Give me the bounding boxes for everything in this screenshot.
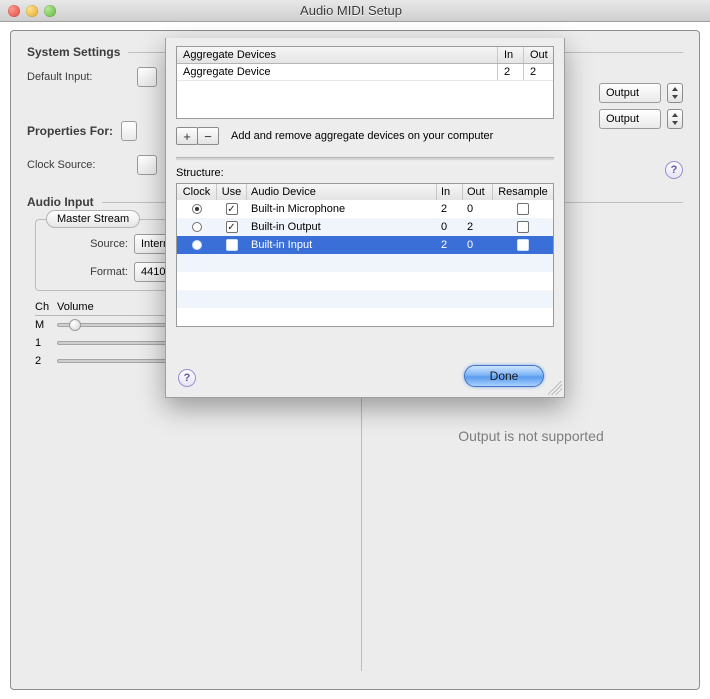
- system-output-stepper[interactable]: [667, 109, 683, 129]
- use-cell: [217, 239, 247, 251]
- device-cell: Built-in Output: [247, 221, 437, 233]
- add-aggregate-button[interactable]: +: [176, 127, 198, 145]
- use-checkbox[interactable]: ✓: [226, 221, 238, 233]
- system-settings-heading: System Settings: [27, 45, 120, 59]
- sheet-help-button[interactable]: ?: [178, 369, 196, 387]
- master-stream-legend: Master Stream: [46, 210, 140, 228]
- structure-row[interactable]: Built-in Input20: [177, 236, 553, 254]
- structure-row[interactable]: ✓ Built-in Output02: [177, 218, 553, 236]
- resample-cell: [493, 239, 553, 251]
- aggregate-device-sheet: Aggregate Devices In Out Aggregate Devic…: [165, 38, 565, 398]
- use-checkbox[interactable]: [226, 239, 238, 251]
- agg-in: 2: [497, 64, 523, 80]
- agg-out: 2: [523, 64, 553, 80]
- device-cell: Built-in Microphone: [247, 203, 437, 215]
- out-cell: 2: [463, 221, 493, 233]
- structure-row[interactable]: ✓ Built-in Microphone20: [177, 200, 553, 218]
- volume-col-ch: Ch: [35, 301, 57, 313]
- default-input-combo[interactable]: [137, 67, 157, 87]
- default-input-label: Default Input:: [27, 71, 137, 83]
- struct-col-use: Use: [217, 184, 247, 200]
- struct-col-clock: Clock: [177, 184, 217, 200]
- struct-col-out: Out: [463, 184, 493, 200]
- audio-input-heading: Audio Input: [27, 195, 94, 209]
- struct-col-device: Audio Device: [247, 184, 437, 200]
- struct-col-in: In: [437, 184, 463, 200]
- clock-cell: [177, 204, 217, 214]
- clock-radio[interactable]: [192, 204, 202, 214]
- minimize-window-button[interactable]: [26, 5, 38, 17]
- default-output-combo[interactable]: Output: [599, 83, 661, 103]
- volume-channel-label: M: [35, 319, 57, 331]
- volume-channel-label: 1: [35, 337, 57, 349]
- agg-col-name: Aggregate Devices: [177, 47, 497, 63]
- add-remove-hint: Add and remove aggregate devices on your…: [231, 130, 493, 142]
- system-output-combo[interactable]: Output: [599, 109, 661, 129]
- agg-name: Aggregate Device: [177, 64, 497, 80]
- resample-checkbox[interactable]: [517, 221, 529, 233]
- resample-checkbox[interactable]: [517, 203, 529, 215]
- window-title: Audio MIDI Setup: [56, 3, 646, 18]
- out-cell: 0: [463, 239, 493, 251]
- volume-channel-label: 2: [35, 355, 57, 367]
- in-cell: 2: [437, 203, 463, 215]
- volume-col-volume: Volume: [57, 301, 94, 313]
- in-cell: 2: [437, 239, 463, 251]
- structure-table: Clock Use Audio Device In Out Resample ✓…: [176, 183, 554, 327]
- format-label: Format:: [44, 266, 134, 278]
- structure-row: [177, 308, 553, 326]
- structure-row: [177, 272, 553, 290]
- use-cell: ✓: [217, 221, 247, 233]
- out-cell: 0: [463, 203, 493, 215]
- zoom-window-button[interactable]: [44, 5, 56, 17]
- structure-label: Structure:: [166, 161, 564, 183]
- clock-source-label: Clock Source:: [27, 159, 137, 171]
- clock-cell: [177, 240, 217, 250]
- aggregate-device-row[interactable]: Aggregate Device22: [177, 64, 553, 81]
- clock-cell: [177, 222, 217, 232]
- agg-col-out: Out: [523, 47, 553, 63]
- source-label: Source:: [44, 238, 134, 250]
- clock-source-combo[interactable]: [137, 155, 157, 175]
- remove-aggregate-button[interactable]: −: [197, 127, 219, 145]
- properties-for-heading: Properties For:: [27, 124, 113, 138]
- properties-for-combo[interactable]: [121, 121, 137, 141]
- titlebar: Audio MIDI Setup: [0, 0, 710, 22]
- done-button[interactable]: Done: [464, 365, 544, 387]
- clock-radio[interactable]: [192, 240, 202, 250]
- resample-cell: [493, 221, 553, 233]
- use-cell: ✓: [217, 203, 247, 215]
- resample-checkbox[interactable]: [517, 239, 529, 251]
- use-checkbox[interactable]: ✓: [226, 203, 238, 215]
- aggregate-devices-table: Aggregate Devices In Out Aggregate Devic…: [176, 46, 554, 119]
- structure-row: [177, 254, 553, 272]
- close-window-button[interactable]: [8, 5, 20, 17]
- clock-radio[interactable]: [192, 222, 202, 232]
- struct-col-resample: Resample: [493, 184, 553, 200]
- help-button[interactable]: ?: [665, 161, 683, 179]
- structure-row: [177, 290, 553, 308]
- device-cell: Built-in Input: [247, 239, 437, 251]
- default-output-stepper[interactable]: [667, 83, 683, 103]
- agg-body[interactable]: Aggregate Device22: [177, 64, 553, 118]
- in-cell: 0: [437, 221, 463, 233]
- agg-col-in: In: [497, 47, 523, 63]
- resample-cell: [493, 203, 553, 215]
